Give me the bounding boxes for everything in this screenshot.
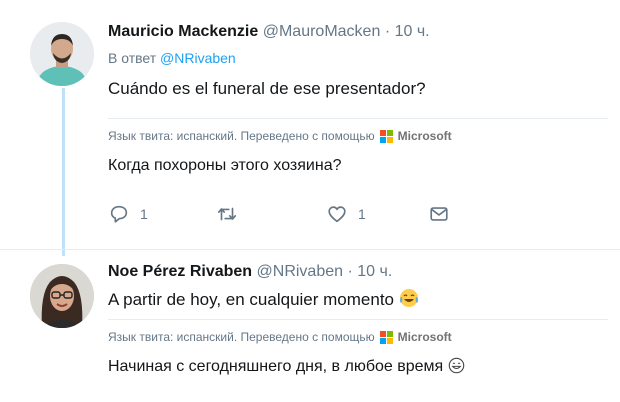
tweet-actions: 1 1 [108,203,608,225]
like-button[interactable]: 1 [326,203,428,225]
display-name[interactable]: Noe Pérez Rivaben [108,263,252,280]
user-handle[interactable]: @MauroMacken [263,23,381,40]
tweet-header: Mauricio Mackenzie @MauroMacken · 10 ч. [108,22,608,42]
tweet-content: Mauricio Mackenzie @MauroMacken · 10 ч. … [108,22,608,225]
avatar-photo [30,22,94,86]
divider [108,118,608,119]
grinning-face-icon [448,357,464,374]
direct-message-button[interactable] [428,203,450,225]
translation-note-text: Язык твита: испанский. Переведено с помо… [108,129,375,143]
translation-attribution: Язык твита: испанский. Переведено с помо… [108,330,608,344]
tweet[interactable]: Mauricio Mackenzie @MauroMacken · 10 ч. … [0,0,620,250]
translation-brand: Microsoft [397,129,452,143]
avatar[interactable] [30,264,94,328]
user-handle[interactable]: @NRivaben [257,263,344,280]
timestamp[interactable]: 10 ч. [357,263,392,280]
translation-brand: Microsoft [397,330,452,344]
tweet[interactable]: Noe Pérez Rivaben @NRivaben · 10 ч. A pa… [0,250,620,402]
translated-text: Когда похороны этого хозяина? [108,157,342,174]
tweet-text: Cuándo es el funeral de ese presentador? [108,79,426,98]
microsoft-logo-icon [379,330,393,344]
reply-button[interactable]: 1 [108,203,216,225]
tweet-text-content: A partir de hoy, en cualquier momento [108,290,395,309]
reply-icon [110,205,128,223]
translated-text: Начиная с сегодняшнего дня, в любое врем… [108,356,608,378]
message-icon [430,207,448,221]
display-name[interactable]: Mauricio Mackenzie [108,23,258,40]
translation-attribution: Язык твита: испанский. Переведено с помо… [108,129,608,143]
conversation-thread: Mauricio Mackenzie @MauroMacken · 10 ч. … [0,0,620,402]
divider [108,319,608,320]
tweet-content: Noe Pérez Rivaben @NRivaben · 10 ч. A pa… [108,262,608,378]
avatar-photo [30,264,94,328]
tweet-header: Noe Pérez Rivaben @NRivaben · 10 ч. [108,262,608,282]
separator-dot: · [384,23,391,40]
reply-mention-link[interactable]: @NRivaben [160,50,236,66]
separator-dot: · [347,263,353,280]
tweet-text: A partir de hoy, en cualquier momento [108,288,608,311]
translated-text-content: Начиная с сегодняшнего дня, в любое врем… [108,358,444,375]
retweet-icon [217,207,237,221]
like-icon [328,206,346,223]
microsoft-logo-icon [379,129,393,143]
reply-context: В ответ @NRivaben [108,50,608,66]
like-count: 1 [358,206,366,222]
reply-prefix: В ответ [108,50,157,66]
face-with-tears-of-joy-icon [399,289,418,307]
translation-note-text: Язык твита: испанский. Переведено с помо… [108,330,375,344]
avatar[interactable] [30,22,94,86]
reply-count: 1 [140,206,148,222]
timestamp[interactable]: 10 ч. [395,23,430,40]
retweet-button[interactable] [216,203,326,225]
